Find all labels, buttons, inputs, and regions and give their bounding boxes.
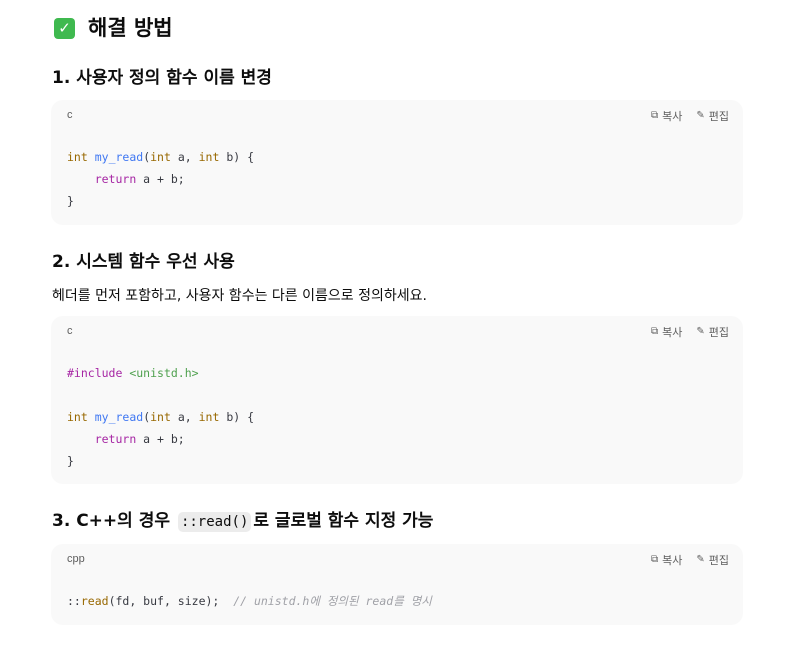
section-heading: ✓ 해결 방법 xyxy=(54,12,173,44)
section-3-title: 3. C++의 경우 ::read() 로 글로벌 함수 지정 가능 xyxy=(52,511,434,532)
heading-title: 해결 방법 xyxy=(88,16,173,40)
edit-button[interactable]: ✎ 편집 xyxy=(696,324,729,340)
pencil-icon: ✎ xyxy=(696,554,705,565)
section-2-paragraph: 헤더를 먼저 포함하고, 사용자 함수는 다른 이름으로 정의하세요. xyxy=(52,288,427,304)
section-1-title: 1. 사용자 정의 함수 이름 변경 xyxy=(52,68,272,88)
copy-icon: ⧉ xyxy=(650,554,659,565)
edit-button[interactable]: ✎ 편집 xyxy=(696,552,729,568)
code-block-header: c ⧉ 복사 ✎ 편집 xyxy=(51,316,743,346)
check-mark-icon: ✓ xyxy=(54,17,75,39)
edit-button[interactable]: ✎ 편집 xyxy=(696,108,729,124)
code-block-2: c ⧉ 복사 ✎ 편집 #include <unistd.h> int my_r… xyxy=(51,316,743,484)
pencil-icon: ✎ xyxy=(696,326,705,337)
code-block-1: c ⧉ 복사 ✎ 편집 int my_read(int a, int b) { … xyxy=(51,100,743,225)
code-content: #include <unistd.h> int my_read(int a, i… xyxy=(67,366,255,468)
code-block-header: cpp ⧉ 복사 ✎ 편집 xyxy=(51,544,743,574)
copy-icon: ⧉ xyxy=(650,326,659,337)
pencil-icon: ✎ xyxy=(696,110,705,121)
code-block-3: cpp ⧉ 복사 ✎ 편집 ::read(fd, buf, size); // … xyxy=(51,544,743,625)
code-content: ::read(fd, buf, size); // unistd.h에 정의된 … xyxy=(67,594,432,608)
code-content: int my_read(int a, int b) { return a + b… xyxy=(67,150,255,208)
copy-button[interactable]: ⧉ 복사 xyxy=(651,108,682,124)
copy-button[interactable]: ⧉ 복사 xyxy=(651,552,682,568)
code-language: cpp xyxy=(67,553,85,565)
code-language: c xyxy=(67,109,73,121)
copy-icon: ⧉ xyxy=(650,110,659,121)
inline-code: ::read() xyxy=(177,512,252,532)
copy-button[interactable]: ⧉ 복사 xyxy=(651,324,682,340)
code-language: c xyxy=(67,325,73,337)
section-2-title: 2. 시스템 함수 우선 사용 xyxy=(52,252,235,272)
code-block-header: c ⧉ 복사 ✎ 편집 xyxy=(51,100,743,130)
